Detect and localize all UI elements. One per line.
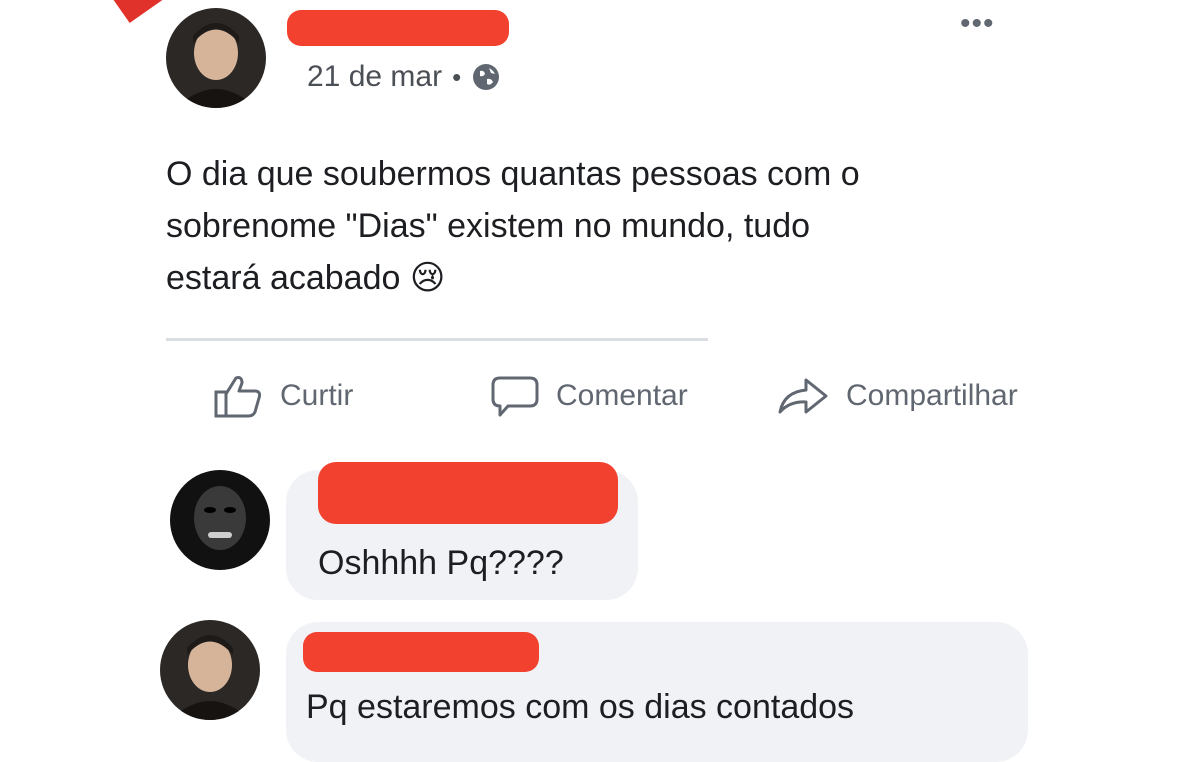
post-divider (166, 338, 708, 341)
globe-icon[interactable] (471, 62, 501, 92)
commenter-name-redacted (318, 462, 618, 524)
reply-author-name-redacted (303, 632, 539, 672)
commenter-avatar-image (170, 470, 270, 570)
post-date[interactable]: 21 de mar (307, 60, 442, 94)
commenter-avatar[interactable] (170, 470, 270, 570)
reply-text: Pq estaremos com os dias contados (306, 688, 855, 726)
comment-label: Comentar (556, 379, 688, 412)
author-avatar[interactable] (166, 8, 266, 108)
like-label: Curtir (280, 379, 354, 412)
share-label: Compartilhar (846, 379, 1018, 412)
more-options-icon[interactable]: ••• (960, 9, 995, 39)
reply-author-avatar[interactable] (160, 620, 260, 720)
comment-bubble-icon (491, 376, 539, 417)
post-text: O dia que soubermos quantas pessoas com … (166, 155, 860, 297)
like-button[interactable]: Curtir (214, 374, 353, 418)
author-name-redacted (287, 10, 509, 46)
share-button[interactable]: Compartilhar (776, 374, 1018, 418)
thumbs-up-icon (214, 376, 262, 418)
comment-text: Oshhhh Pq???? (318, 544, 564, 582)
comment-button[interactable]: Comentar (490, 374, 688, 418)
reply-author-avatar-image (160, 620, 260, 720)
meta-separator: • (452, 61, 462, 92)
post-meta: 21 de mar • (307, 60, 501, 94)
share-arrow-icon (778, 378, 828, 414)
author-avatar-image (166, 8, 266, 108)
